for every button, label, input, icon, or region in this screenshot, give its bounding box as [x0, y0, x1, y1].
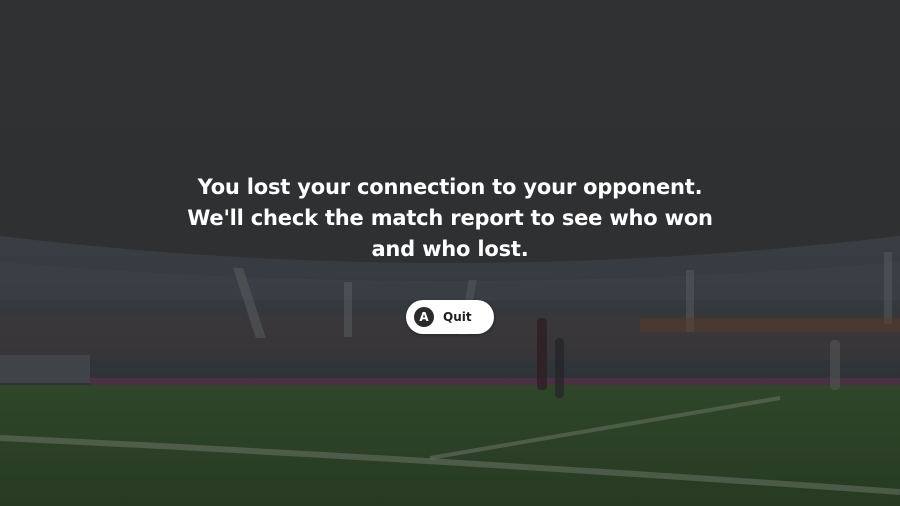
quit-button[interactable]: A Quit [406, 300, 494, 334]
message-line-3: and who lost. [371, 237, 529, 261]
connection-lost-dialog: You lost your connection to your opponen… [0, 0, 900, 506]
message-line-1: You lost your connection to your opponen… [197, 175, 703, 199]
a-button-icon: A [414, 307, 434, 327]
quit-button-label: Quit [443, 310, 472, 324]
message-line-2: We'll check the match report to see who … [187, 206, 713, 230]
connection-lost-message: You lost your connection to your opponen… [150, 172, 750, 265]
game-screen: You lost your connection to your opponen… [0, 0, 900, 506]
